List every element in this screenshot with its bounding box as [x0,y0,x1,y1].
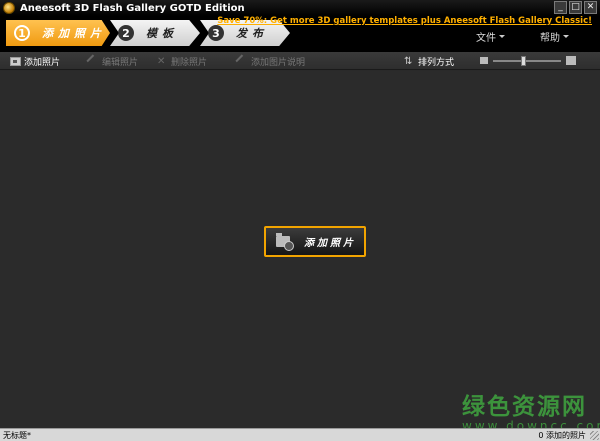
menu-help[interactable]: 帮助 [540,29,569,44]
center-add-photo-button[interactable]: 添加照片 [264,226,366,257]
pen-icon [235,54,250,69]
step-templates[interactable]: 2 模板 [110,20,200,46]
photo-icon [10,57,21,66]
edit-photo-button[interactable]: 编辑照片 [84,54,139,69]
step-number: 1 [14,25,30,41]
step-label: 发布 [236,27,268,40]
minimize-button[interactable]: _ [554,1,567,14]
add-description-button[interactable]: 添加图片说明 [233,54,306,69]
delete-photo-label: 删除照片 [171,58,208,68]
title-bar: Aneesoft 3D Flash Gallery GOTD Edition _… [0,0,600,16]
status-photo-count: 0 添加的照片 [538,431,586,440]
center-add-photo-label: 添加照片 [304,238,356,249]
watermark: 绿色资源网 www.downcc.com [462,387,600,433]
delete-photo-button[interactable]: ✕ 删除照片 [157,55,208,69]
window-title: Aneesoft 3D Flash Gallery GOTD Edition [20,2,245,14]
promo-link[interactable]: Save 70%: Get more 3D gallery templates … [217,16,592,26]
step-number: 3 [208,25,224,41]
zoom-small-icon [480,57,488,64]
toolbar: 添加照片 编辑照片 ✕ 删除照片 添加图片说明 ⇅ 排列方式 [0,52,600,70]
sort-button[interactable]: ⇅ 排列方式 [404,55,455,69]
edit-photo-label: 编辑照片 [102,58,139,68]
menu-file[interactable]: 文件 [476,29,505,44]
close-button[interactable]: ✕ [584,1,597,14]
wizard-header: 1 添加照片 2 模板 3 发布 Save 70%: Get more 3D g… [0,16,600,52]
step-label: 模板 [146,27,178,40]
resize-grip-icon[interactable] [590,431,599,440]
status-document-title: 无标题* [3,431,31,440]
chevron-down-icon [499,35,505,38]
step-add-photos[interactable]: 1 添加照片 [6,20,110,46]
folder-add-icon [276,233,294,251]
zoom-control [480,55,576,66]
add-photo-label: 添加照片 [24,58,61,68]
chevron-down-icon [563,35,569,38]
window-controls: _ □ ✕ [554,1,597,14]
watermark-cn: 绿色资源网 [462,394,587,420]
photo-canvas[interactable]: 添加照片 绿色资源网 www.downcc.com [0,71,600,433]
step-number: 2 [118,25,134,41]
zoom-slider[interactable] [493,55,561,66]
app-logo-icon [3,2,15,14]
zoom-large-icon [566,56,576,65]
add-photo-button[interactable]: 添加照片 [10,55,60,68]
menu-help-label: 帮助 [540,33,560,44]
status-bar: 无标题* 0 添加的照片 [0,428,600,441]
delete-icon: ✕ [157,56,166,67]
menu-file-label: 文件 [476,33,496,44]
sort-label: 排列方式 [418,58,455,68]
zoom-slider-thumb[interactable] [521,55,526,66]
maximize-button[interactable]: □ [569,1,582,14]
sort-icon: ⇅ [404,56,413,67]
add-description-label: 添加图片说明 [251,58,306,68]
step-label: 添加照片 [42,27,106,40]
wrench-icon [86,54,101,69]
